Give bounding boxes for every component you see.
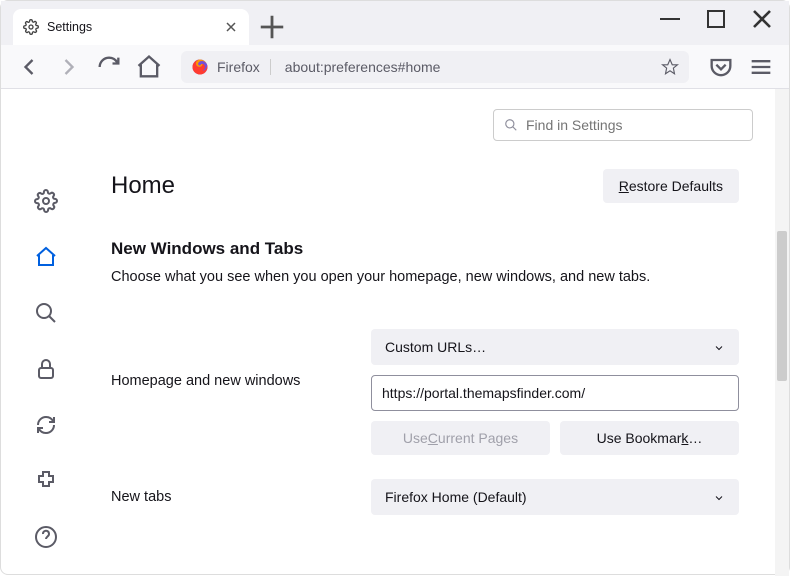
url-text: about:preferences#home [279, 59, 653, 75]
search-icon [504, 118, 518, 132]
tab-settings[interactable]: Settings [13, 9, 249, 45]
sidebar-sync-icon[interactable] [34, 413, 58, 437]
homepage-url-input[interactable] [371, 375, 739, 411]
newtabs-label: New tabs [111, 489, 371, 505]
home-button[interactable] [135, 53, 163, 81]
use-bookmark-button[interactable]: Use Bookmark… [560, 421, 739, 455]
close-icon[interactable] [223, 19, 239, 35]
homepage-mode-value: Custom URLs… [385, 339, 486, 355]
chevron-down-icon [713, 341, 725, 353]
back-button[interactable] [15, 53, 43, 81]
close-window-button[interactable] [739, 3, 785, 35]
use-current-pages-button[interactable]: Use Current Pages [371, 421, 550, 455]
homepage-mode-dropdown[interactable]: Custom URLs… [371, 329, 739, 365]
chevron-down-icon [713, 491, 725, 503]
sidebar-search-icon[interactable] [34, 301, 58, 325]
scrollbar-thumb[interactable] [777, 231, 787, 381]
pocket-button[interactable] [707, 53, 735, 81]
vertical-scrollbar[interactable] [775, 89, 789, 576]
url-identity: Firefox [217, 59, 271, 75]
restore-defaults-button[interactable]: Restore Defaults [603, 169, 739, 203]
new-tab-button[interactable] [257, 12, 287, 42]
page-title: Home [111, 172, 175, 200]
sidebar-help-icon[interactable] [34, 525, 58, 549]
bookmark-star-icon[interactable] [661, 58, 679, 76]
tab-title: Settings [47, 20, 215, 34]
minimize-button[interactable] [647, 3, 693, 35]
gear-icon [23, 19, 39, 35]
reload-button[interactable] [95, 53, 123, 81]
maximize-button[interactable] [693, 3, 739, 35]
section-heading: New Windows and Tabs [111, 239, 739, 259]
firefox-icon [191, 58, 209, 76]
section-description: Choose what you see when you open your h… [111, 267, 739, 287]
sidebar-extensions-icon[interactable] [34, 469, 58, 493]
menu-button[interactable] [747, 53, 775, 81]
url-bar[interactable]: Firefox about:preferences#home [181, 51, 689, 83]
newtabs-value: Firefox Home (Default) [385, 489, 527, 505]
sidebar-privacy-icon[interactable] [34, 357, 58, 381]
sidebar-general-icon[interactable] [34, 189, 58, 213]
forward-button[interactable] [55, 53, 83, 81]
newtabs-dropdown[interactable]: Firefox Home (Default) [371, 479, 739, 515]
sidebar-home-icon[interactable] [34, 245, 58, 269]
find-in-settings-input[interactable] [526, 117, 742, 133]
find-in-settings[interactable] [493, 109, 753, 141]
homepage-label: Homepage and new windows [111, 329, 371, 389]
